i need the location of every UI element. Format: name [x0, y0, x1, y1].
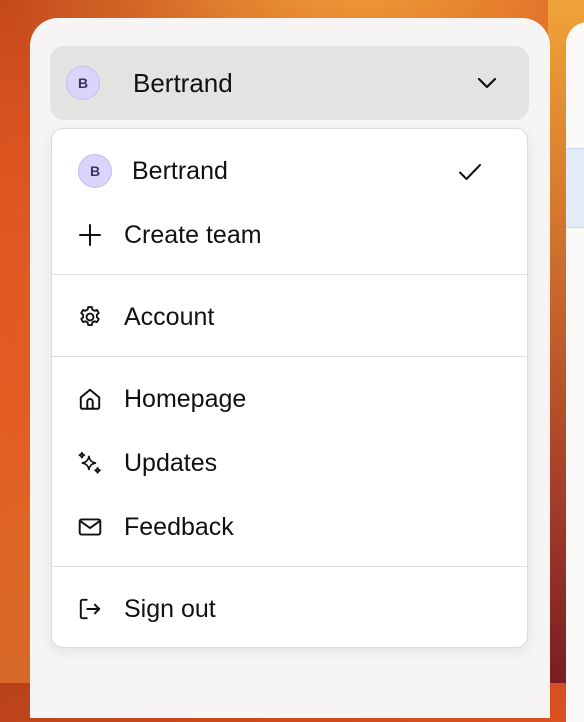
- plus-icon: [77, 222, 103, 248]
- menu-item-label: Account: [124, 303, 215, 331]
- menu-item-label: Feedback: [124, 513, 234, 541]
- mail-icon: [77, 514, 103, 540]
- menu-item-label: Updates: [124, 449, 218, 477]
- menu-divider: [52, 356, 527, 357]
- menu-item-label: Homepage: [124, 385, 247, 413]
- account-dropdown-menu: B Bertrand Create team Account Homepage …: [51, 128, 528, 648]
- menu-item-label: Create team: [124, 221, 262, 249]
- menu-item-account[interactable]: Account: [52, 289, 527, 345]
- checkmark-icon: [457, 159, 483, 185]
- menu-item-feedback[interactable]: Feedback: [52, 499, 527, 555]
- avatar: B: [66, 66, 100, 100]
- menu-item-label: Sign out: [124, 595, 216, 623]
- menu-divider: [52, 566, 527, 567]
- menu-item-create-team[interactable]: Create team: [52, 207, 527, 263]
- adjacent-window-highlight: [566, 148, 584, 228]
- account-switcher-button[interactable]: B Bertrand: [50, 46, 529, 120]
- gear-icon: [77, 304, 103, 330]
- menu-item-homepage[interactable]: Homepage: [52, 371, 527, 427]
- home-icon: [77, 386, 103, 412]
- sign-out-icon: [77, 596, 103, 622]
- sparkles-icon: [77, 450, 103, 476]
- menu-item-user-bertrand[interactable]: B Bertrand: [52, 143, 527, 199]
- avatar: B: [78, 154, 112, 188]
- menu-item-updates[interactable]: Updates: [52, 435, 527, 491]
- menu-item-label: Bertrand: [132, 157, 228, 185]
- menu-item-sign-out[interactable]: Sign out: [52, 581, 527, 637]
- chevron-down-icon: [475, 71, 499, 95]
- account-name: Bertrand: [133, 68, 233, 98]
- adjacent-window: [566, 22, 584, 722]
- menu-divider: [52, 274, 527, 275]
